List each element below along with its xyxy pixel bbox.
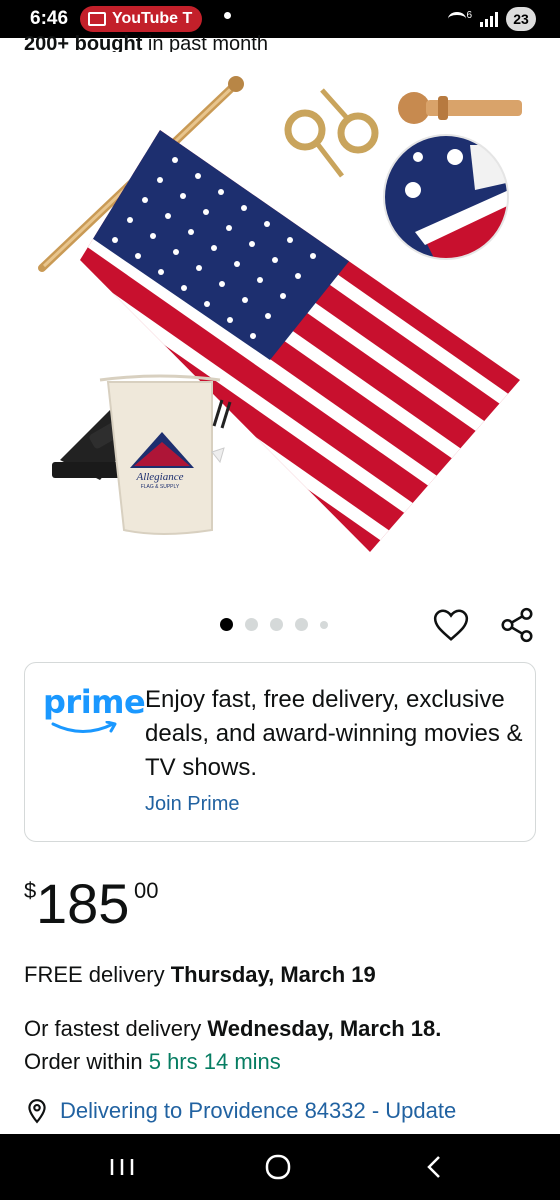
wifi-icon: [448, 12, 467, 26]
carousel-dot-3[interactable]: [270, 618, 283, 631]
status-bar: 6:46 YouTube T 6 23: [0, 0, 560, 38]
prime-message: Enjoy fast, free delivery, exclusive dea…: [145, 686, 523, 781]
back-icon: [427, 1156, 440, 1178]
order-countdown: 5 hrs 14 mins: [148, 1049, 281, 1074]
share-button[interactable]: [498, 606, 536, 644]
flag-kit-illustration: Allegiance FLAG & SUPPLY: [38, 76, 522, 552]
heart-icon: [433, 609, 469, 641]
back-button[interactable]: [414, 1150, 454, 1184]
delivery-location-link[interactable]: Delivering to Providence 84332 - Update: [60, 1098, 456, 1124]
join-prime-link[interactable]: Join Prime: [145, 793, 239, 816]
youtube-notification-pill[interactable]: YouTube T: [80, 6, 203, 32]
recent-apps-icon: [110, 1159, 134, 1175]
bought-count: 200+ bought: [24, 34, 143, 52]
notification-dot-icon: [224, 12, 231, 19]
wishlist-button[interactable]: [432, 606, 470, 644]
fastest-delivery-date: Wednesday, March 18.: [207, 1016, 442, 1041]
flag-closeup-icon: [384, 135, 508, 259]
carousel-dot-5[interactable]: [320, 620, 328, 629]
notification-app-label: YouTube T: [112, 10, 193, 27]
location-pin-icon: [28, 1099, 46, 1124]
image-carousel-dots[interactable]: [220, 618, 328, 631]
bag-brand-text: Allegiance: [135, 471, 183, 483]
bought-suffix: in past month: [142, 34, 268, 52]
status-time: 6:46: [30, 8, 69, 29]
prime-logo: prime: [43, 683, 146, 742]
fastest-delivery-prefix: Or fastest delivery: [24, 1016, 208, 1041]
fastest-delivery-line: Or fastest delivery Wednesday, March 18.…: [24, 1012, 544, 1078]
price-whole: 185: [36, 872, 130, 935]
free-delivery-date: Thursday, March 19: [170, 962, 376, 987]
cast-icon: [88, 12, 106, 26]
product-image[interactable]: Allegiance FLAG & SUPPLY: [0, 60, 560, 600]
carousel-dot-1[interactable]: [220, 618, 233, 631]
flag-rings-icon: [284, 88, 379, 178]
bought-count-line: 200+ bought in past month: [24, 34, 268, 52]
prime-promo-card: prime Enjoy fast, free delivery, exclusi…: [24, 662, 536, 842]
carousel-dot-2[interactable]: [245, 618, 258, 631]
share-icon: [501, 607, 533, 643]
carousel-dot-4[interactable]: [295, 618, 308, 631]
free-delivery-prefix: FREE delivery: [24, 962, 171, 987]
battery-icon: 23: [506, 7, 536, 31]
storage-bag-icon: Allegiance FLAG & SUPPLY: [99, 374, 221, 535]
status-icons: 6 23: [448, 7, 536, 31]
price-currency: $: [24, 878, 37, 903]
home-icon: [265, 1154, 291, 1180]
american-flag-icon: [80, 130, 520, 552]
bag-brand-sub: FLAG & SUPPLY: [141, 484, 180, 490]
home-button[interactable]: [258, 1150, 298, 1184]
free-delivery-line: FREE delivery Thursday, March 19: [24, 960, 376, 990]
signal-icon: [480, 11, 498, 27]
prime-smile-icon: [51, 720, 117, 733]
recent-apps-button[interactable]: [102, 1150, 142, 1184]
prime-logo-text: prime: [43, 683, 146, 721]
network-type: 6: [466, 9, 472, 21]
order-within-prefix: Order within: [24, 1049, 149, 1074]
finial-icon: [398, 92, 522, 124]
price-fraction: 00: [134, 878, 159, 903]
screws-icon: [211, 399, 232, 464]
android-nav-bar: [0, 1134, 560, 1200]
delivery-location[interactable]: Delivering to Providence 84332 - Update: [24, 1098, 456, 1124]
